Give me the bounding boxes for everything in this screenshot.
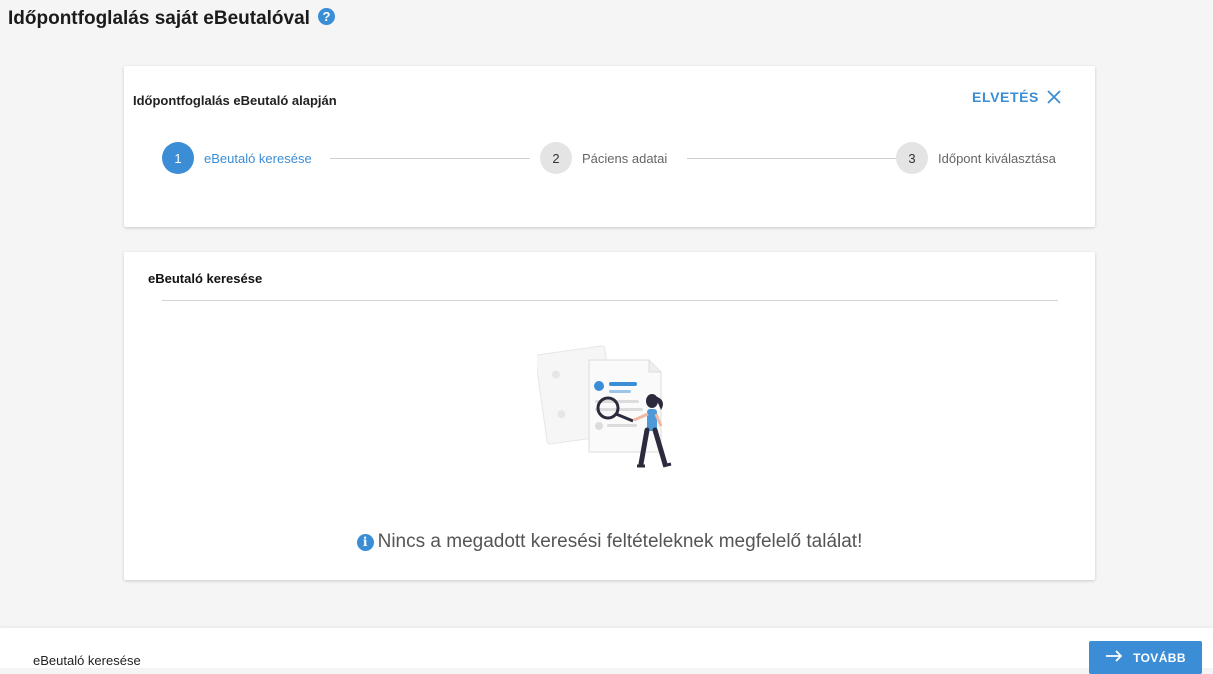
arrow-right-icon <box>1105 650 1123 665</box>
step-connector <box>687 158 897 159</box>
step-connector <box>330 158 530 159</box>
discard-button-label: ELVETÉS <box>972 89 1039 105</box>
empty-search-illustration <box>534 340 687 495</box>
step-2-number: 2 <box>540 142 572 174</box>
footer-bar: eBeutaló keresése TOVÁBB <box>0 628 1213 674</box>
step-1-number: 1 <box>162 142 194 174</box>
footer-step-label: eBeutaló keresése <box>33 653 141 668</box>
next-button[interactable]: TOVÁBB <box>1089 641 1202 674</box>
info-icon: i <box>356 533 374 551</box>
wizard-card: Időpontfoglalás eBeutaló alapján ELVETÉS… <box>124 66 1095 227</box>
search-title: eBeutaló keresése <box>148 271 263 286</box>
wizard-title: Időpontfoglalás eBeutaló alapján <box>133 93 337 108</box>
help-icon[interactable]: ? <box>317 7 335 25</box>
step-1-label: eBeutaló keresése <box>204 150 312 166</box>
step-3-label: Időpont kiválasztása <box>938 150 1056 166</box>
page-title-text: Időpontfoglalás saját eBeutalóval <box>8 8 310 29</box>
step-3-number: 3 <box>896 142 928 174</box>
close-icon <box>1047 90 1061 104</box>
step-2-label: Páciens adatai <box>582 150 668 166</box>
discard-button[interactable]: ELVETÉS <box>972 89 1061 105</box>
step-2[interactable]: 2 Páciens adatai <box>540 142 667 174</box>
step-1[interactable]: 1 eBeutaló keresése <box>162 142 312 174</box>
stepper: 1 eBeutaló keresése 2 Páciens adatai 3 I… <box>162 142 1060 174</box>
divider <box>162 300 1058 301</box>
no-result-text: Nincs a megadott keresési feltételeknek … <box>377 531 863 552</box>
next-button-label: TOVÁBB <box>1133 650 1186 665</box>
no-result-message: i Nincs a megadott keresési feltételekne… <box>124 531 1095 553</box>
page-title: Időpontfoglalás saját eBeutalóval ? <box>8 7 335 30</box>
search-card: eBeutaló keresése i Nincs a megadott ker… <box>124 252 1095 580</box>
step-3[interactable]: 3 Időpont kiválasztása <box>896 142 1056 174</box>
